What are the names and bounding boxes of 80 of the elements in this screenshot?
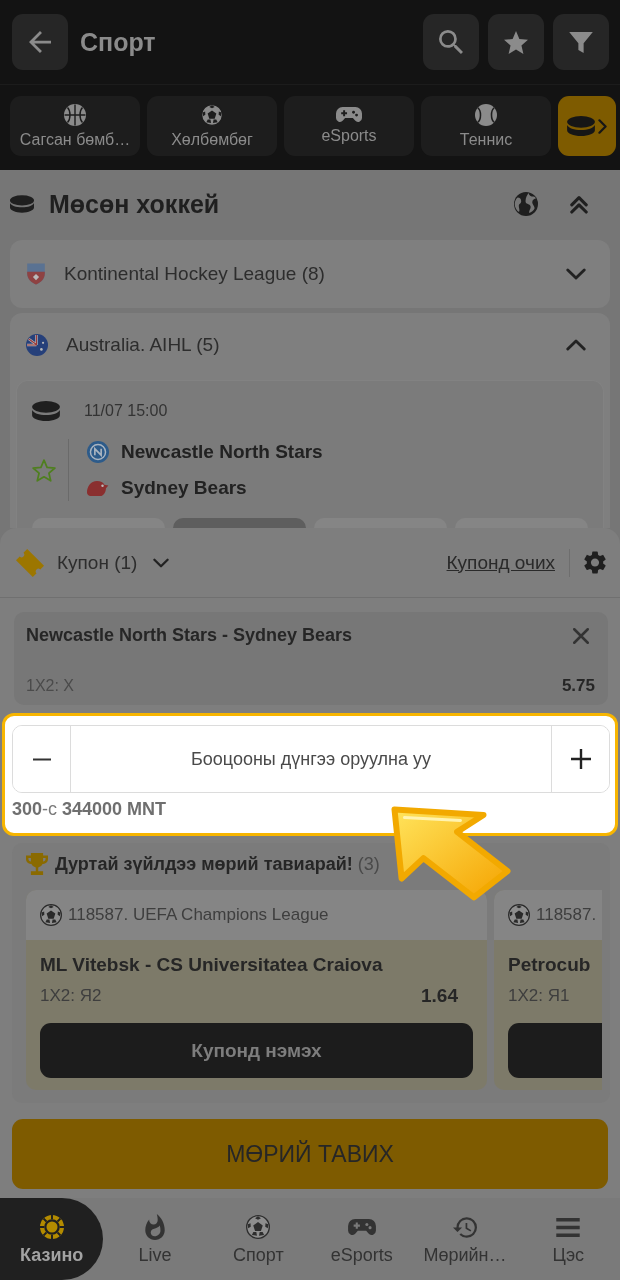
bet-odds: 5.75 [561, 676, 595, 696]
soccer-ball-icon [201, 103, 223, 126]
league-name: Australia. AIHL (5) [66, 334, 220, 356]
star-icon [504, 30, 528, 54]
close-icon [573, 627, 589, 644]
nav-item[interactable]: Live [103, 1198, 207, 1280]
flag-icon [26, 334, 48, 356]
odds-value: 1.64 [421, 985, 458, 1007]
minus-icon [32, 757, 51, 761]
hockey-puck-icon [32, 401, 60, 421]
hockey-puck-icon [567, 116, 595, 136]
casino-chip-icon [39, 1215, 64, 1239]
team-badge-icon [87, 441, 109, 463]
filter-button[interactable] [553, 14, 609, 70]
sport-tab[interactable]: eSports [284, 96, 414, 156]
settings-icon[interactable] [584, 551, 606, 574]
league-name: 118587. UEFA Champions League [68, 905, 329, 925]
league-name: Kontinental Hockey League (8) [64, 263, 325, 285]
add-to-coupon-button[interactable]: Купонд нэмэх [40, 1023, 473, 1078]
tennis-ball-icon [475, 103, 497, 126]
nav-item[interactable]: Казино [0, 1198, 104, 1280]
match-time: 11/07 15:00 [84, 402, 168, 420]
menu-icon [556, 1217, 581, 1237]
team-name: Newcastle North Stars [121, 441, 323, 463]
place-bet-button[interactable]: МӨРИЙ ТАВИХ [12, 1119, 608, 1189]
sport-tab[interactable]: Сагсан бөмб… [10, 96, 140, 156]
nav-item[interactable]: eSports [310, 1198, 414, 1280]
market-label: 1X2: Я1 [508, 986, 570, 1006]
flame-icon [145, 1214, 165, 1240]
match-card[interactable]: 11/07 15:00 Newcastle North Stars Sydney Bears [16, 380, 604, 528]
page-title: Спорт [80, 27, 156, 57]
team-logo-icon [87, 480, 109, 496]
history-icon [453, 1216, 477, 1238]
ticket-icon [16, 548, 44, 577]
chevron-down-icon[interactable] [153, 557, 170, 568]
nav-item[interactable]: Мөрийн… [413, 1198, 517, 1280]
filter-icon [569, 31, 593, 53]
chevron-down-icon[interactable] [566, 268, 586, 280]
suggestion-card[interactable]: 118587. Petrocub 1X2: Я1 [494, 890, 602, 1090]
chevron-up-icon[interactable] [566, 339, 586, 351]
hockey-puck-icon [10, 195, 34, 213]
basketball-icon [64, 103, 86, 126]
gamepad-icon [336, 107, 362, 122]
sport-tab[interactable]: Теннис [421, 96, 551, 156]
gamepad-icon [347, 1219, 376, 1235]
stake-limits: 300-с 344000 MNT [12, 799, 167, 820]
section-title: Мөсөн хоккей [49, 189, 220, 219]
soccer-ball-icon [246, 1215, 271, 1239]
plus-icon [570, 749, 591, 769]
double-chevron-up-icon[interactable] [570, 194, 588, 214]
nav-item[interactable]: Цэс [516, 1198, 620, 1280]
team-name: Sydney Bears [121, 477, 247, 499]
favorites-button[interactable] [488, 14, 544, 70]
plus-button[interactable] [551, 726, 609, 792]
suggestion-card[interactable]: 118587. UEFA Champions League ML Vitebsk - CS Universitatea Craiova 1X2: Я2 1.64 Купонд нэмэх [26, 890, 487, 1090]
trophy-icon [26, 853, 48, 875]
league-card[interactable]: Kontinental Hockey League (8) [10, 240, 610, 308]
search-button[interactable] [423, 14, 479, 70]
bet-event: Newcastle North Stars - Sydney Bears [26, 625, 353, 646]
market-label: 1X2: Я2 [40, 986, 102, 1006]
coupon-title: Купон (1) [57, 551, 138, 574]
chevron-right-icon [598, 118, 607, 134]
search-icon [439, 30, 463, 54]
sport-tab[interactable]: Хөлбөмбөг [147, 96, 277, 156]
soccer-ball-icon [508, 904, 530, 926]
league-name: 118587. [536, 905, 597, 925]
soccer-ball-icon [40, 904, 62, 926]
remove-bet-button[interactable] [573, 627, 589, 644]
nav-item[interactable]: Спорт [206, 1198, 310, 1280]
league-card[interactable]: Australia. AIHL (5) 11/07 15:00 Newcastle North Stars Sydney Bears [10, 313, 610, 528]
league-shield-icon [26, 263, 46, 285]
event-title: ML Vitebsk - CS Universitatea Craiova [40, 954, 383, 976]
globe-icon[interactable] [514, 192, 538, 216]
stake-stepper[interactable]: Бооцооны дүнгээ оруулна уу [12, 725, 610, 793]
star-icon[interactable] [32, 458, 56, 482]
sport-tab[interactable] [558, 96, 616, 156]
event-title: Petrocub [508, 954, 591, 976]
coupon-link[interactable]: Купонд очих [446, 551, 555, 574]
back-arrow-icon [29, 31, 51, 53]
back-button[interactable] [12, 14, 68, 70]
